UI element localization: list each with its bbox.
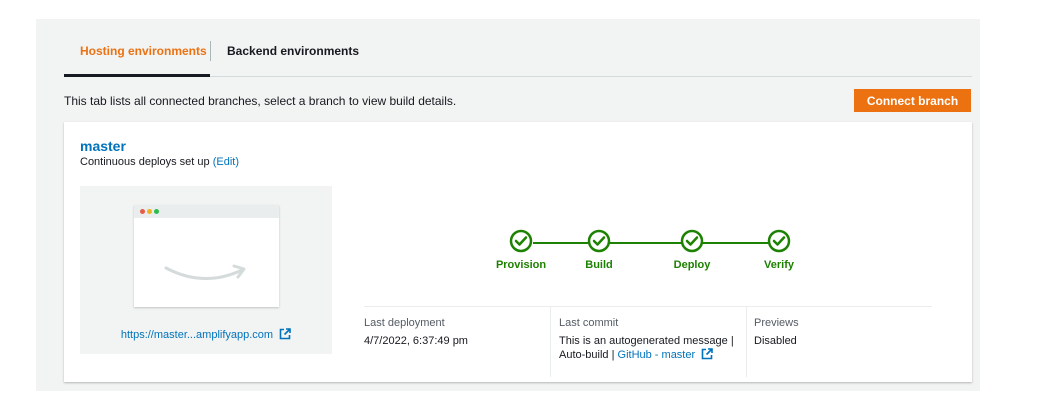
amazon-smile-icon bbox=[164, 264, 246, 280]
edit-link[interactable]: (Edit) bbox=[213, 156, 239, 168]
github-branch-link[interactable]: GitHub - master bbox=[618, 349, 696, 361]
stage-label: Verify bbox=[764, 259, 794, 271]
commit-source: Auto-build | GitHub - master bbox=[559, 348, 747, 362]
external-link-icon bbox=[279, 328, 291, 340]
tab-hosting-environments[interactable]: Hosting environments bbox=[80, 44, 207, 58]
stage-deploy[interactable]: Deploy bbox=[657, 229, 727, 271]
previews-label: Previews bbox=[754, 317, 799, 329]
active-tab-indicator bbox=[64, 74, 210, 77]
stage-label: Provision bbox=[495, 259, 547, 271]
tab-separator bbox=[210, 41, 211, 61]
build-pipeline: Provision Build Deploy Verify bbox=[484, 225, 804, 275]
stage-label: Build bbox=[585, 259, 613, 271]
stage-verify[interactable]: Verify bbox=[744, 229, 814, 271]
check-circle-icon bbox=[587, 229, 611, 253]
previews-value: Disabled bbox=[754, 335, 797, 347]
site-preview: https://master...amplifyapp.com bbox=[80, 186, 332, 354]
last-deployment-value: 4/7/2022, 6:37:49 pm bbox=[364, 335, 468, 347]
deploy-setup-text: Continuous deploys set up (Edit) bbox=[80, 156, 239, 168]
last-commit-column: Last commit This is an autogenerated mes… bbox=[559, 317, 747, 362]
site-url-text[interactable]: https://master...amplifyapp.com bbox=[121, 329, 273, 341]
check-circle-icon bbox=[509, 229, 533, 253]
branch-name-link[interactable]: master bbox=[80, 138, 126, 154]
column-divider bbox=[550, 307, 551, 377]
stage-provision[interactable]: Provision bbox=[486, 229, 556, 271]
stage-label: Deploy bbox=[673, 259, 711, 271]
commit-auto-build: Auto-build | bbox=[559, 349, 615, 361]
branch-details: Last deployment 4/7/2022, 6:37:49 pm Las… bbox=[364, 306, 932, 377]
previews-column: Previews Disabled bbox=[754, 317, 924, 348]
last-commit-label: Last commit bbox=[559, 317, 619, 329]
check-circle-icon bbox=[767, 229, 791, 253]
browser-thumbnail[interactable] bbox=[134, 205, 279, 307]
last-commit-value: This is an autogenerated message | Auto-… bbox=[559, 334, 747, 362]
stage-build[interactable]: Build bbox=[564, 229, 634, 271]
site-url-link[interactable]: https://master...amplifyapp.com bbox=[80, 328, 332, 341]
branches-panel: Hosting environments Backend environment… bbox=[36, 19, 980, 391]
deploy-setup-label: Continuous deploys set up bbox=[80, 156, 210, 168]
browser-bar bbox=[134, 205, 279, 218]
commit-message: This is an autogenerated message | bbox=[559, 335, 734, 347]
last-deployment-column: Last deployment 4/7/2022, 6:37:49 pm bbox=[364, 317, 550, 348]
tab-description: This tab lists all connected branches, s… bbox=[64, 94, 457, 108]
yellow-dot-icon bbox=[147, 209, 152, 214]
connect-branch-button[interactable]: Connect branch bbox=[854, 89, 971, 112]
external-link-icon bbox=[701, 348, 714, 360]
tab-backend-environments[interactable]: Backend environments bbox=[227, 44, 359, 58]
branch-card: master Continuous deploys set up (Edit) … bbox=[64, 122, 972, 382]
environment-tabs: Hosting environments Backend environment… bbox=[64, 19, 972, 77]
check-circle-icon bbox=[680, 229, 704, 253]
red-dot-icon bbox=[140, 209, 145, 214]
last-deployment-label: Last deployment bbox=[364, 317, 445, 329]
green-dot-icon bbox=[154, 209, 159, 214]
